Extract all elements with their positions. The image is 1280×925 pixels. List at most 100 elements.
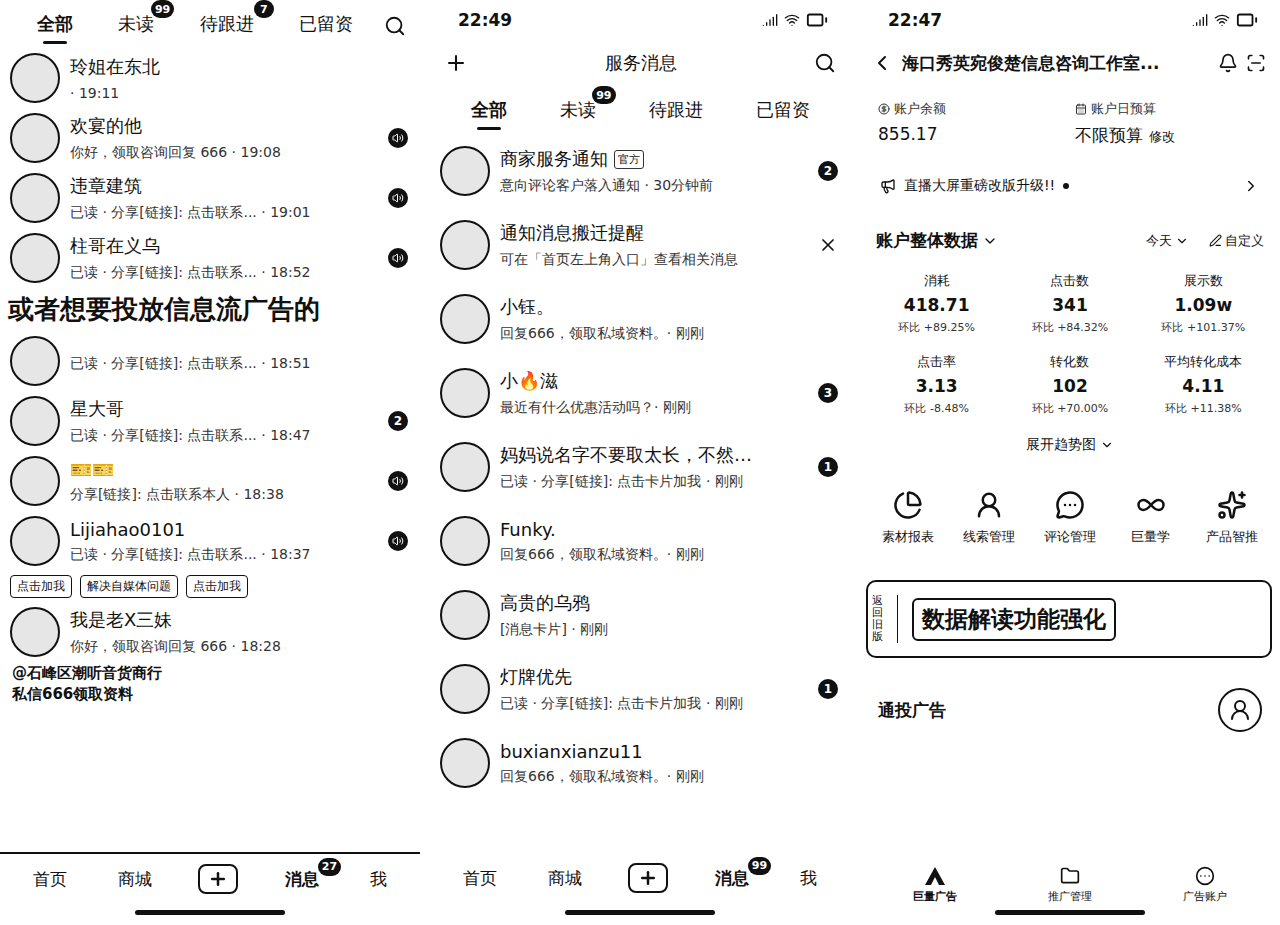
speaker-icon	[392, 535, 404, 547]
tool-label: 评论管理	[1044, 528, 1096, 546]
message-preview: 意向评论客户落入通知 · 30分钟前	[500, 177, 808, 195]
right-phone: 22:47海口秀英宛俊楚信息咨询工作室...账户余额855.17账户日预算不限预…	[860, 0, 1280, 925]
metric-value: 3.13	[916, 376, 958, 396]
metric: 展示数1.09w环比 +101.37%	[1137, 272, 1270, 335]
range-select[interactable]: 今天	[1146, 232, 1189, 250]
avatar	[10, 396, 60, 446]
message-row[interactable]: Lijiahao0101已读 · 分享[链接]: 点击联系... · 18:37	[0, 511, 420, 571]
sender-name: buxianxianzu11	[500, 741, 808, 762]
tool-item[interactable]: 产品智推	[1191, 490, 1272, 546]
tab[interactable]: 全部	[469, 94, 509, 130]
tab-badge: 99	[592, 86, 615, 104]
custom-button[interactable]: 自定义	[1209, 232, 1264, 250]
nav-item[interactable]: 首页	[459, 865, 501, 892]
search-icon[interactable]	[814, 52, 836, 74]
message-row[interactable]: 妈妈说名字不要取太长，不然…已读 · 分享[链接]: 点击卡片加我 · 刚刚1	[430, 430, 850, 504]
message-row[interactable]: 已读 · 分享[链接]: 点击联系... · 18:51	[0, 331, 420, 391]
tab[interactable]: 已留资	[754, 94, 812, 130]
message-preview: 最近有什么优惠活动吗？· 刚刚	[500, 399, 808, 417]
message-row[interactable]: 小🔥滋最近有什么优惠活动吗？· 刚刚3	[430, 356, 850, 430]
overlay-chip[interactable]: 点击加我	[186, 575, 248, 598]
overlay-chip[interactable]: 点击加我	[10, 575, 72, 598]
nav-badge: 99	[748, 857, 771, 875]
tab[interactable]: 待跟进	[647, 94, 705, 130]
message-preview: · 19:11	[70, 85, 378, 101]
nav-item[interactable]: 我	[366, 866, 391, 893]
avatar	[10, 516, 60, 566]
message-row[interactable]: buxianxianzu11 回复666，领取私域资料。· 刚刚	[430, 726, 850, 800]
message-row[interactable]: 玲姐在东北· 19:11	[0, 48, 420, 108]
message-preview: 回复666，领取私域资料。· 刚刚	[500, 768, 808, 786]
tool-item[interactable]: 线索管理	[949, 490, 1030, 546]
create-button[interactable]	[198, 864, 238, 894]
balance-icon	[878, 103, 890, 115]
message-row[interactable]: Funky.回复666，领取私域资料。· 刚刚	[430, 504, 850, 578]
sender-name: Funky.	[500, 519, 808, 540]
nav-item[interactable]: 商城	[544, 865, 586, 892]
add-icon[interactable]	[444, 51, 468, 75]
nav-item[interactable]: 消息27	[281, 866, 323, 893]
screenshot-collage: 全部未读99待跟进7已留资玲姐在东北· 19:11欢宴的他你好，领取咨询回复 6…	[0, 0, 1280, 925]
inbox-header: 服务消息	[430, 40, 850, 86]
avatar	[440, 738, 490, 788]
tab[interactable]: 全部	[35, 8, 75, 44]
nav-item[interactable]: 广告账户	[1137, 866, 1272, 904]
megaphone-icon	[880, 178, 896, 194]
tool-item[interactable]: 评论管理	[1030, 490, 1111, 546]
tool-item[interactable]: 素材报表	[868, 490, 949, 546]
message-row[interactable]: 商家服务通知官方意向评论客户落入通知 · 30分钟前2	[430, 134, 850, 208]
tab[interactable]: 已留资	[297, 8, 355, 44]
bottom-nav: 首页 商城 消息27 我	[0, 852, 420, 904]
video-caption: 或者想要投放信息流广告的	[0, 288, 420, 331]
home-indicator	[565, 910, 715, 915]
search-icon[interactable]	[384, 15, 406, 37]
overlay-chip[interactable]: 解决自媒体问题	[80, 575, 178, 598]
bell-icon[interactable]	[1218, 53, 1238, 73]
message-row[interactable]: 我是老X三妹你好，领取咨询回复 666 · 18:28	[0, 602, 420, 662]
nav-item[interactable]: 巨量广告	[868, 866, 1003, 904]
speaker-icon	[392, 252, 404, 264]
metric-grid: 消耗418.71环比 +89.25%点击数341环比 +84.32%展示数1.0…	[860, 260, 1280, 428]
daily-budget: 账户日预算不限预算修改	[1075, 100, 1262, 147]
message-row[interactable]: 欢宴的他你好，领取咨询回复 666 · 19:08	[0, 108, 420, 168]
tab-badge: 7	[254, 0, 274, 18]
scan-icon[interactable]	[1246, 53, 1266, 73]
tool-label: 产品智推	[1206, 528, 1258, 546]
tab[interactable]: 未读99	[558, 94, 598, 130]
nav-label: 广告账户	[1183, 889, 1227, 904]
service-button[interactable]	[1218, 688, 1262, 732]
promo-banner[interactable]: 返回旧版数据解读功能强化	[866, 580, 1272, 658]
edit-budget-link[interactable]: 修改	[1149, 128, 1175, 146]
sender-name: 通知消息搬迁提醒	[500, 221, 808, 245]
create-button[interactable]	[628, 863, 668, 893]
expand-trend[interactable]: 展开趋势图	[860, 428, 1280, 474]
promo-text: 数据解读功能强化	[912, 598, 1116, 641]
nav-item[interactable]: 首页	[29, 866, 71, 893]
message-row[interactable]: 柱哥在义乌已读 · 分享[链接]: 点击联系... · 18:52	[0, 228, 420, 288]
nav-item[interactable]: 推广管理	[1003, 866, 1138, 904]
message-row[interactable]: 小钰。回复666，领取私域资料。· 刚刚	[430, 282, 850, 356]
sender-name: 柱哥在义乌	[70, 234, 378, 258]
metric-value: 418.71	[904, 295, 970, 315]
message-row[interactable]: 🎫🎫分享[链接]: 点击联系本人 · 18:38	[0, 451, 420, 511]
message-row[interactable]: 通知消息搬迁提醒可在「首页左上角入口」查看相关消息	[430, 208, 850, 282]
nav-item[interactable]: 我	[796, 865, 821, 892]
data-title[interactable]: 账户整体数据	[876, 229, 1126, 252]
notice-bar[interactable]: 直播大屏重磅改版升级!!	[872, 167, 1268, 205]
message-row[interactable]: 高贵的乌鸦[消息卡片] · 刚刚	[430, 578, 850, 652]
user-icon	[974, 490, 1004, 520]
message-row[interactable]: 违章建筑已读 · 分享[链接]: 点击联系... · 19:01	[0, 168, 420, 228]
tab[interactable]: 待跟进7	[198, 8, 256, 44]
message-preview: [消息卡片] · 刚刚	[500, 621, 808, 639]
tab[interactable]: 未读99	[116, 8, 156, 44]
nav-item[interactable]: 商城	[114, 866, 156, 893]
back-icon[interactable]	[870, 51, 894, 75]
home-indicator	[995, 910, 1145, 915]
tool-item[interactable]: 巨量学	[1110, 490, 1191, 546]
old-version-link[interactable]: 返回旧版	[872, 595, 898, 643]
message-row[interactable]: 灯牌优先已读 · 分享[链接]: 点击卡片加我 · 刚刚1	[430, 652, 850, 726]
message-preview: 已读 · 分享[链接]: 点击联系... · 19:01	[70, 204, 378, 222]
nav-item[interactable]: 消息99	[711, 865, 753, 892]
message-row[interactable]: 星大哥已读 · 分享[链接]: 点击联系... · 18:472	[0, 391, 420, 451]
close-icon[interactable]	[818, 235, 838, 255]
